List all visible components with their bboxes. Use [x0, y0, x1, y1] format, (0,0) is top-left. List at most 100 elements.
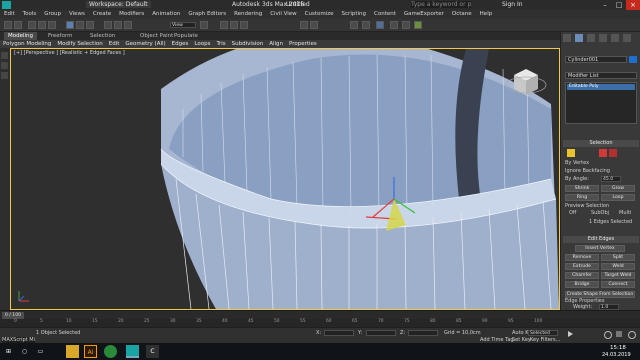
- align-icon[interactable]: [310, 21, 318, 29]
- create-shape-button[interactable]: Create Shape From Selection: [565, 291, 635, 298]
- ribbon-item-properties[interactable]: Properties: [286, 40, 320, 48]
- weld-button[interactable]: Weld: [601, 263, 635, 270]
- search-icon[interactable]: ○: [18, 345, 31, 358]
- display-tab-icon[interactable]: [610, 34, 619, 42]
- material-editor-icon[interactable]: [376, 21, 384, 29]
- rotate-icon[interactable]: [114, 21, 122, 29]
- modifier-list-dropdown[interactable]: Modifier List: [565, 72, 637, 79]
- menu-item-animation[interactable]: Animation: [148, 10, 184, 19]
- ring-button[interactable]: Ring: [565, 194, 599, 201]
- ribbon-item-geometry-all-[interactable]: Geometry (All): [122, 40, 168, 48]
- ribbon-item-loops[interactable]: Loops: [191, 40, 213, 48]
- menu-item-civil-view[interactable]: Civil View: [266, 10, 300, 19]
- task-view-icon[interactable]: ▭: [34, 345, 47, 358]
- chrome-icon[interactable]: [104, 345, 117, 358]
- insert-vertex-button[interactable]: Insert Vertex: [575, 245, 625, 252]
- curve-editor-icon[interactable]: [362, 21, 370, 29]
- selection-rollout-header[interactable]: Selection: [563, 140, 639, 147]
- grow-button[interactable]: Grow: [601, 185, 635, 192]
- menu-item-rendering[interactable]: Rendering: [230, 10, 266, 19]
- utilities-tab-icon[interactable]: [622, 34, 631, 42]
- menu-item-customize[interactable]: Customize: [301, 10, 338, 19]
- remove-button[interactable]: Remove: [565, 254, 599, 261]
- preview-subobj-radio[interactable]: SubObj: [591, 210, 609, 216]
- app-logo-icon[interactable]: [2, 1, 11, 9]
- ribbon-tab-modeling[interactable]: Modeling: [4, 32, 38, 40]
- menu-item-group[interactable]: Group: [40, 10, 65, 19]
- target-weld-button[interactable]: Target Weld: [601, 272, 635, 279]
- ribbon-tab-freeform[interactable]: Freeform: [44, 32, 77, 40]
- modifier-stack[interactable]: Editable Poly: [565, 82, 637, 124]
- menu-item-graph-editors[interactable]: Graph Editors: [184, 10, 230, 19]
- rectangular-selection-icon[interactable]: [86, 21, 94, 29]
- display-none-icon[interactable]: [1, 72, 8, 79]
- move-icon[interactable]: [104, 21, 112, 29]
- split-button[interactable]: Split: [601, 254, 635, 261]
- vertex-mode-icon[interactable]: [567, 149, 575, 157]
- hierarchy-tab-icon[interactable]: [586, 34, 595, 42]
- ribbon-item-modify-selection[interactable]: Modify Selection: [54, 40, 105, 48]
- by-angle-checkbox[interactable]: By Angle:: [565, 176, 589, 182]
- scene-explorer-icon[interactable]: [1, 52, 8, 59]
- maximize-icon[interactable]: □: [612, 0, 626, 10]
- link-icon[interactable]: [28, 21, 36, 29]
- pan-icon[interactable]: [616, 331, 622, 337]
- pivot-icon[interactable]: [200, 21, 208, 29]
- extrude-button[interactable]: Extrude: [565, 263, 599, 270]
- motion-tab-icon[interactable]: [598, 34, 607, 42]
- snap-icon[interactable]: [220, 21, 228, 29]
- scale-icon[interactable]: [124, 21, 132, 29]
- ignore-backfacing-checkbox[interactable]: Ignore Backfacing: [565, 168, 610, 174]
- menu-item-octane[interactable]: Octane: [448, 10, 476, 19]
- undo-icon[interactable]: [4, 21, 12, 29]
- menu-item-tools[interactable]: Tools: [19, 10, 41, 19]
- workspace-dropdown[interactable]: Workspace: Default: [86, 1, 151, 8]
- render-setup-icon[interactable]: [390, 21, 398, 29]
- key-mode-dropdown[interactable]: Selected: [528, 330, 558, 336]
- reference-coordinate-dropdown[interactable]: View: [170, 22, 196, 28]
- preview-off-radio[interactable]: Off: [569, 210, 576, 216]
- y-coordinate-field[interactable]: [366, 330, 396, 336]
- border-mode-icon[interactable]: [609, 149, 617, 157]
- preview-multi-radio[interactable]: Multi: [619, 210, 631, 216]
- filter-icon[interactable]: [1, 62, 8, 69]
- edit-edges-rollout-header[interactable]: Edit Edges: [563, 236, 639, 243]
- search-input[interactable]: Type a keyword or phrase: [411, 1, 471, 8]
- orbit-icon[interactable]: [628, 331, 636, 339]
- angle-snap-icon[interactable]: [230, 21, 238, 29]
- ribbon-item-edit[interactable]: Edit: [106, 40, 123, 48]
- bind-space-warp-icon[interactable]: [48, 21, 56, 29]
- explorer-icon[interactable]: [66, 345, 79, 358]
- loop-button[interactable]: Loop: [601, 194, 635, 201]
- menu-item-scripting[interactable]: Scripting: [338, 10, 370, 19]
- by-vertex-checkbox[interactable]: By Vertex: [565, 160, 589, 166]
- ribbon-tab-populate[interactable]: Populate: [170, 32, 202, 40]
- ribbon-item-polygon-modeling[interactable]: Polygon Modeling: [0, 40, 54, 48]
- shrink-button[interactable]: Shrink: [565, 185, 599, 192]
- menu-item-create[interactable]: Create: [89, 10, 115, 19]
- zoom-icon[interactable]: [604, 331, 612, 339]
- unlink-icon[interactable]: [38, 21, 46, 29]
- render-icon[interactable]: [414, 21, 422, 29]
- perspective-viewport[interactable]: [+] [Perspective ] [Realistic + Edged Fa…: [10, 48, 560, 310]
- layer-explorer-icon[interactable]: [350, 21, 358, 29]
- minimize-icon[interactable]: –: [598, 0, 612, 10]
- modifier-stack-item[interactable]: Editable Poly: [567, 84, 635, 90]
- z-coordinate-field[interactable]: [408, 330, 438, 336]
- system-tray[interactable]: [544, 347, 598, 356]
- modify-tab-icon[interactable]: [574, 34, 583, 42]
- ribbon-item-tris[interactable]: Tris: [213, 40, 228, 48]
- sign-in-link[interactable]: Sign In: [502, 1, 523, 8]
- object-color-swatch[interactable]: [629, 56, 637, 63]
- ribbon-item-align[interactable]: Align: [266, 40, 286, 48]
- time-slider-thumb[interactable]: 0 / 100: [2, 312, 24, 319]
- connect-button[interactable]: Connect: [601, 281, 635, 288]
- x-coordinate-field[interactable]: [324, 330, 354, 336]
- mirror-icon[interactable]: [300, 21, 308, 29]
- ribbon-tab-selection[interactable]: Selection: [86, 32, 119, 40]
- menu-item-edit[interactable]: Edit: [0, 10, 19, 19]
- by-angle-spinner[interactable]: 45.0: [601, 176, 621, 182]
- edge-mode-icon[interactable]: [599, 149, 607, 157]
- create-tab-icon[interactable]: [563, 34, 571, 42]
- illustrator-icon[interactable]: Ai: [84, 345, 97, 358]
